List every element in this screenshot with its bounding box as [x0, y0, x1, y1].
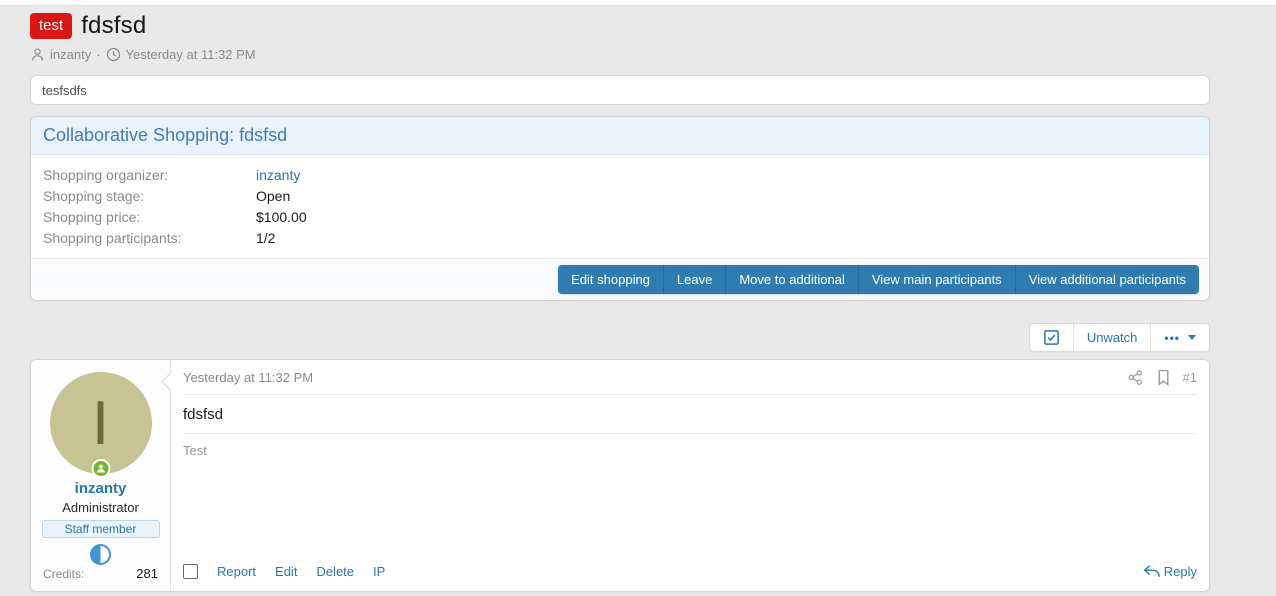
- shopping-field-organizer: Shopping organizer: inzanty: [43, 165, 1197, 186]
- thread-title: fdsfsd: [81, 12, 146, 40]
- field-value: 1/2: [256, 228, 275, 249]
- view-main-participants-button[interactable]: View main participants: [859, 265, 1016, 294]
- meta-separator: ·: [96, 47, 100, 62]
- thread-tools-row: Unwatch •••: [30, 323, 1210, 352]
- credits-row: Credits: 281: [31, 566, 170, 581]
- reply-label: Reply: [1164, 564, 1197, 579]
- leave-button[interactable]: Leave: [664, 265, 726, 294]
- post-content-area: Yesterday at 11:32 PM: [171, 360, 1209, 591]
- reply-arrow-icon: [1142, 564, 1160, 579]
- credits-value: 281: [136, 566, 158, 581]
- shopping-panel-title: Collaborative Shopping: fdsfsd: [31, 117, 1209, 155]
- thread-description-box: tesfsdfs: [30, 75, 1210, 105]
- post-title: fdsfsd: [183, 395, 1197, 434]
- bookmark-icon[interactable]: [1156, 369, 1171, 386]
- shopping-panel-footer: Edit shopping Leave Move to additional V…: [31, 258, 1209, 300]
- reply-button[interactable]: Reply: [1142, 564, 1197, 579]
- shopping-panel: Collaborative Shopping: fdsfsd Shopping …: [30, 116, 1210, 301]
- shopping-button-group: Edit shopping Leave Move to additional V…: [558, 265, 1199, 294]
- view-additional-participants-button[interactable]: View additional participants: [1016, 265, 1199, 294]
- avatar-wrap: I: [50, 372, 152, 474]
- shopping-field-stage: Shopping stage: Open: [43, 186, 1197, 207]
- post-user-cell: I inzanty Administrator Staff member Cre…: [31, 360, 171, 591]
- post-action-bar: Report Edit Delete IP Reply: [183, 564, 1197, 579]
- thread-timestamp[interactable]: Yesterday at 11:32 PM: [126, 47, 256, 62]
- thread-prefix-badge[interactable]: test: [30, 13, 72, 39]
- shopping-panel-body: Shopping organizer: inzanty Shopping sta…: [31, 155, 1209, 258]
- ellipsis-icon: •••: [1164, 331, 1180, 345]
- field-label: Shopping stage:: [43, 186, 256, 207]
- credits-label: Credits:: [43, 567, 84, 581]
- shopping-field-price: Shopping price: $100.00: [43, 207, 1197, 228]
- person-icon: [30, 47, 45, 62]
- unwatch-label: Unwatch: [1087, 330, 1138, 345]
- edit-link[interactable]: Edit: [275, 564, 297, 579]
- chevron-down-icon: [1188, 335, 1196, 340]
- user-role: Administrator: [62, 500, 139, 515]
- share-icon[interactable]: [1127, 369, 1144, 386]
- post-panel: I inzanty Administrator Staff member Cre…: [30, 359, 1210, 592]
- field-label: Shopping participants:: [43, 228, 256, 249]
- field-label: Shopping organizer:: [43, 165, 256, 186]
- move-to-additional-button[interactable]: Move to additional: [726, 265, 859, 294]
- clock-icon: [106, 47, 121, 62]
- multi-select-toggle[interactable]: [1030, 324, 1074, 351]
- more-options-button[interactable]: •••: [1151, 324, 1209, 351]
- report-link[interactable]: Report: [217, 564, 256, 579]
- post-number-link[interactable]: #1: [1183, 370, 1197, 385]
- post-header-actions: #1: [1127, 369, 1197, 386]
- organizer-link[interactable]: inzanty: [256, 165, 300, 186]
- thread-description-text: tesfsdfs: [42, 83, 87, 98]
- field-label: Shopping price:: [43, 207, 256, 228]
- post-select-checkbox[interactable]: [183, 564, 198, 579]
- staff-member-banner: Staff member: [42, 520, 160, 538]
- page-container: test fdsfsd inzanty · Yesterday at 11:32…: [30, 6, 1210, 592]
- online-status-icon: [91, 459, 110, 478]
- thread-meta: inzanty · Yesterday at 11:32 PM: [30, 47, 1210, 62]
- unwatch-button[interactable]: Unwatch: [1074, 324, 1152, 351]
- post-author-link[interactable]: inzanty: [75, 480, 127, 497]
- checked-checkbox-icon: [1043, 329, 1060, 346]
- field-value: Open: [256, 186, 290, 207]
- post-body-text: Test: [183, 434, 1197, 458]
- ip-link[interactable]: IP: [373, 564, 385, 579]
- thread-tools-group: Unwatch •••: [1029, 323, 1210, 352]
- thread-author-link[interactable]: inzanty: [50, 47, 91, 62]
- thread-header: test fdsfsd inzanty · Yesterday at 11:32…: [30, 6, 1210, 62]
- delete-link[interactable]: Delete: [316, 564, 354, 579]
- edit-shopping-button[interactable]: Edit shopping: [558, 265, 664, 294]
- shopping-field-participants: Shopping participants: 1/2: [43, 228, 1197, 249]
- post-header: Yesterday at 11:32 PM: [183, 360, 1197, 395]
- field-value: $100.00: [256, 207, 307, 228]
- post-timestamp[interactable]: Yesterday at 11:32 PM: [183, 370, 313, 385]
- credits-icon: [90, 544, 111, 565]
